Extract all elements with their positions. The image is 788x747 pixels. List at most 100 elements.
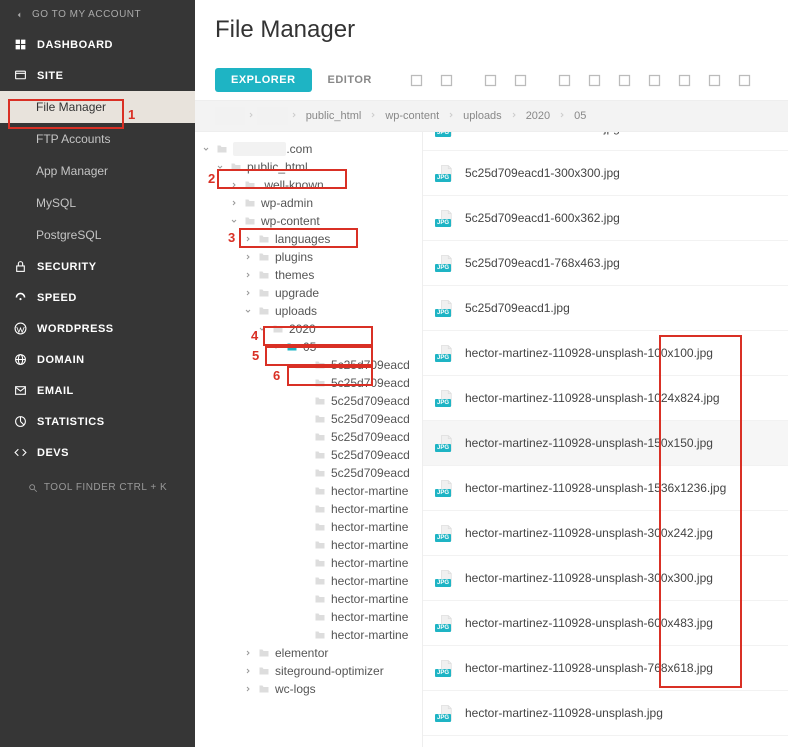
breadcrumb-segment[interactable]: wp-content <box>379 107 445 125</box>
tree-item[interactable]: 5c25d709eacd <box>195 446 422 464</box>
go-back-label: GO TO MY ACCOUNT <box>32 9 141 20</box>
download-icon[interactable] <box>730 66 760 94</box>
tree-item[interactable]: 5c25d709eacd <box>195 374 422 392</box>
nav-item-ftp-accounts[interactable]: FTP Accounts <box>0 123 195 155</box>
chevron-right-icon[interactable] <box>243 684 253 694</box>
tree-item[interactable]: 5c25d709eacd <box>195 428 422 446</box>
breadcrumb-segment[interactable] <box>257 107 287 125</box>
tree-item[interactable]: hector-martine <box>195 608 422 626</box>
breadcrumb-segment[interactable]: public_html <box>300 107 368 125</box>
new-folder-icon[interactable] <box>432 66 462 94</box>
chevron-right-icon[interactable] <box>243 252 253 262</box>
go-to-account-link[interactable]: GO TO MY ACCOUNT <box>0 0 195 29</box>
new-file-icon[interactable] <box>402 66 432 94</box>
breadcrumb-segment[interactable] <box>215 107 245 125</box>
tree-item[interactable]: uploads <box>195 302 422 320</box>
chevron-right-icon[interactable] <box>229 198 239 208</box>
tree-item[interactable]: hector-martine <box>195 590 422 608</box>
file-row[interactable]: JPGhector-martinez-110928-unsplash-600x4… <box>423 601 788 646</box>
nav-item-postgresql[interactable]: PostgreSQL <box>0 219 195 251</box>
file-row[interactable]: JPGhector-martinez-110928-unsplash-1024x… <box>423 376 788 421</box>
tab-editor[interactable]: EDITOR <box>312 68 388 92</box>
file-row[interactable]: JPGhector-martinez-110928-unsplash-300x3… <box>423 556 788 601</box>
nav-group-domain[interactable]: DOMAIN <box>0 344 195 375</box>
file-row[interactable]: JPG5c25d709eacd1-600x362.jpg <box>423 196 788 241</box>
chevron-right-icon[interactable] <box>243 666 253 676</box>
nav-item-mysql[interactable]: MySQL <box>0 187 195 219</box>
nav-group-wordpress[interactable]: WORDPRESS <box>0 313 195 344</box>
nav-group-speed[interactable]: SPEED <box>0 282 195 313</box>
folder-icon <box>243 197 257 209</box>
tree-item[interactable]: 2020 <box>195 320 422 338</box>
tree-item[interactable]: 5c25d709eacd <box>195 464 422 482</box>
breadcrumb-segment[interactable]: 2020 <box>520 107 556 125</box>
tree-item[interactable]: plugins <box>195 248 422 266</box>
breadcrumb-segment[interactable]: uploads <box>457 107 508 125</box>
chevron-down-icon[interactable] <box>215 162 225 172</box>
tree-item[interactable]: themes <box>195 266 422 284</box>
tree-item[interactable]: 5c25d709eacd <box>195 410 422 428</box>
file-row[interactable]: JPG5c25d709eacd1-768x463.jpg <box>423 241 788 286</box>
nav-item-file-manager[interactable]: File Manager <box>0 91 195 123</box>
nav-group-statistics[interactable]: STATISTICS <box>0 406 195 437</box>
tree-item[interactable]: 5c25d709eacd <box>195 356 422 374</box>
tree-item[interactable]: hector-martine <box>195 626 422 644</box>
breadcrumb-segment[interactable]: 05 <box>568 107 592 125</box>
tree-item[interactable]: wp-content <box>195 212 422 230</box>
tree-item[interactable]: .com <box>195 140 422 158</box>
file-name: hector-martinez-110928-unsplash-150x150.… <box>465 436 713 450</box>
file-row[interactable]: JPGhector-martinez-110928-unsplash-150x1… <box>423 421 788 466</box>
nav-group-devs[interactable]: DEVS <box>0 437 195 468</box>
tree-item[interactable]: 05 <box>195 338 422 356</box>
tree-item[interactable]: upgrade <box>195 284 422 302</box>
file-row[interactable]: JPGhector-martinez-110928-unsplash.jpg <box>423 691 788 736</box>
jpg-file-icon: JPG <box>437 658 455 678</box>
copy-icon[interactable] <box>610 66 640 94</box>
file-row[interactable]: JPGhector-martinez-110928-unsplash-100x1… <box>423 331 788 376</box>
delete-icon[interactable] <box>640 66 670 94</box>
file-row[interactable]: JPG5c25d709eacd1-300x300.jpg <box>423 151 788 196</box>
file-row[interactable]: JPGhector-martinez-110928-unsplash-1536x… <box>423 466 788 511</box>
nav-group-security[interactable]: SECURITY <box>0 251 195 282</box>
tree-item[interactable]: hector-martine <box>195 554 422 572</box>
tab-explorer[interactable]: EXPLORER <box>215 68 312 92</box>
chevron-down-icon[interactable] <box>257 324 267 334</box>
chevron-down-icon[interactable] <box>243 306 253 316</box>
chevron-right-icon[interactable] <box>243 288 253 298</box>
tree-item[interactable]: public_html <box>195 158 422 176</box>
edit-icon[interactable] <box>550 66 580 94</box>
rename-icon[interactable] <box>580 66 610 94</box>
chevron-right-icon[interactable] <box>243 234 253 244</box>
upload-folder-icon[interactable] <box>506 66 536 94</box>
nav-group-site[interactable]: SITE <box>0 60 195 91</box>
tool-finder[interactable]: TOOL FINDER CTRL + K <box>0 468 195 507</box>
file-name: hector-martinez-110928-unsplash-1024x824… <box>465 391 720 405</box>
tree-item[interactable]: hector-martine <box>195 536 422 554</box>
chevron-right-icon[interactable] <box>229 180 239 190</box>
file-row[interactable]: JPGhector-martinez-110928-unsplash-768x6… <box>423 646 788 691</box>
nav-item-app-manager[interactable]: App Manager <box>0 155 195 187</box>
nav-group-email[interactable]: EMAIL <box>0 375 195 406</box>
nav-group-dashboard[interactable]: DASHBOARD <box>0 29 195 60</box>
tree-item[interactable]: wp-admin <box>195 194 422 212</box>
file-row[interactable]: JPG5c25d709eacd1-300x181.jpg <box>423 132 788 151</box>
move-icon[interactable] <box>700 66 730 94</box>
tree-item[interactable]: elementor <box>195 644 422 662</box>
chevron-right-icon[interactable] <box>243 270 253 280</box>
tree-item[interactable]: wc-logs <box>195 680 422 698</box>
tree-item[interactable]: hector-martine <box>195 500 422 518</box>
tree-item[interactable]: 5c25d709eacd <box>195 392 422 410</box>
file-row[interactable]: JPGhector-martinez-110928-unsplash-300x2… <box>423 511 788 556</box>
tree-item[interactable]: hector-martine <box>195 482 422 500</box>
tree-item[interactable]: .well-known <box>195 176 422 194</box>
archive-icon[interactable] <box>670 66 700 94</box>
tree-item[interactable]: hector-martine <box>195 518 422 536</box>
tree-item[interactable]: hector-martine <box>195 572 422 590</box>
chevron-down-icon[interactable] <box>229 216 239 226</box>
upload-file-icon[interactable] <box>476 66 506 94</box>
chevron-right-icon[interactable] <box>243 648 253 658</box>
chevron-down-icon[interactable] <box>271 342 281 352</box>
chevron-down-icon[interactable] <box>201 144 211 154</box>
tree-item[interactable]: siteground-optimizer <box>195 662 422 680</box>
file-row[interactable]: JPG5c25d709eacd1.jpg <box>423 286 788 331</box>
